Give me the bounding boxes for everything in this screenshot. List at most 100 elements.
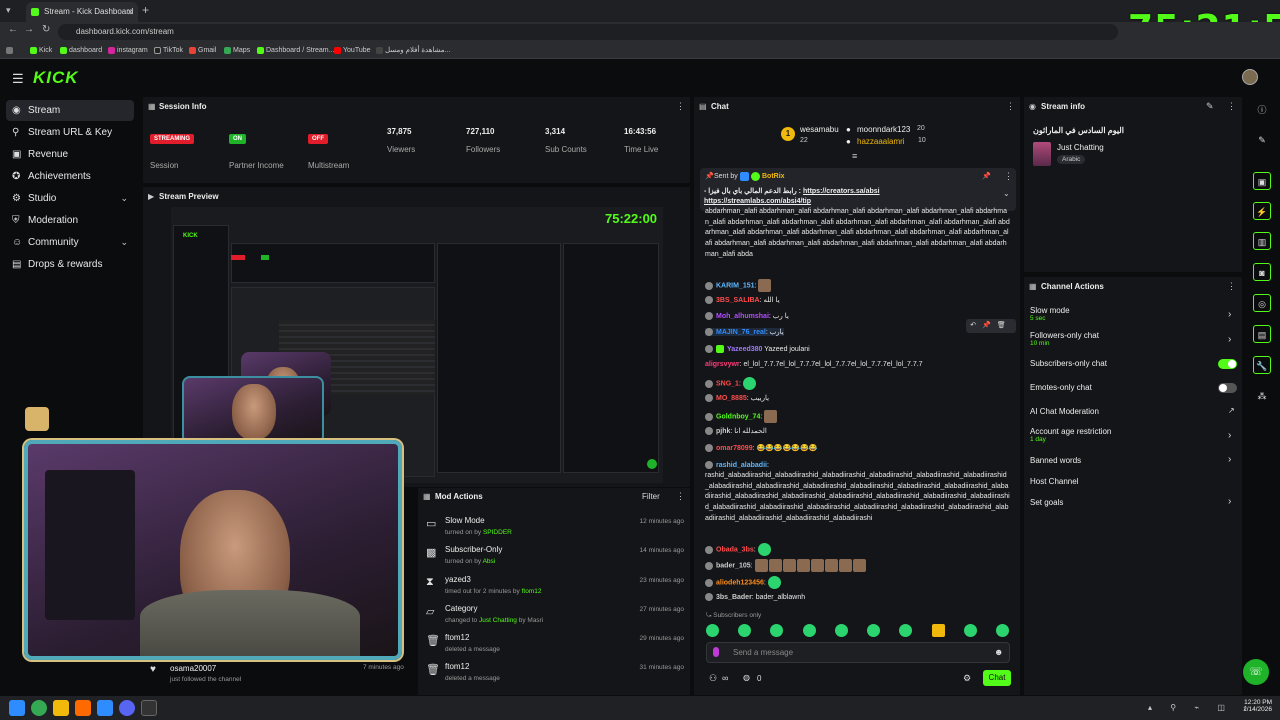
top-gifter-name[interactable]: moonndark123	[857, 125, 910, 134]
mod-action-user[interactable]: ftom12	[522, 588, 542, 595]
wrench-icon[interactable]: 🔧	[1253, 356, 1271, 374]
chat-users-icon[interactable]: ⚇	[709, 673, 717, 684]
emote-icon[interactable]	[963, 624, 977, 637]
chat-username[interactable]: bader_105	[716, 562, 751, 569]
new-tab-icon[interactable]: +	[142, 3, 149, 17]
layout-icon[interactable]: ▤	[1253, 325, 1271, 343]
chat-username[interactable]: Goldnboy_74	[716, 413, 760, 420]
channel-action-set-goals[interactable]: Set goals	[1030, 498, 1063, 507]
terminal-taskbar-icon[interactable]	[141, 700, 157, 716]
mod-actions-menu-icon[interactable]: ⋮	[676, 491, 685, 502]
lightning-icon[interactable]: ⚡	[1253, 202, 1271, 220]
channel-actions-menu-icon[interactable]: ⋮	[1227, 281, 1236, 292]
quick-action-icon[interactable]: ▣	[1253, 172, 1271, 190]
channel-action-slow-mode[interactable]: Slow mode 5 sec	[1030, 306, 1070, 322]
apps-icon[interactable]	[6, 44, 15, 57]
chat-username[interactable]: aligrsvywr	[705, 361, 740, 368]
chat-username[interactable]: 3bs_Bader	[716, 594, 752, 601]
bookmark-dashboard[interactable]: dashboard	[60, 44, 102, 57]
emote-icon[interactable]	[931, 624, 945, 637]
chat-username[interactable]: rashid_alabadii	[716, 462, 767, 469]
mic-icon[interactable]	[713, 647, 719, 657]
top-gifter-name[interactable]: hazzaaalamri	[857, 137, 905, 146]
bookmark-instagram[interactable]: instagram	[108, 44, 148, 57]
channel-action-account-age[interactable]: Account age restriction 1 day	[1030, 427, 1111, 443]
pinned-link[interactable]: https://creators.sa/absi	[803, 188, 880, 195]
chat-username[interactable]: pjhk	[716, 428, 730, 435]
emote-icon[interactable]	[738, 624, 752, 637]
sidebar-item-stream[interactable]: ◉ Stream	[6, 100, 134, 121]
emote-icon[interactable]	[770, 624, 784, 637]
chevron-down-icon[interactable]: ⌄	[1003, 189, 1010, 198]
emote-icon[interactable]	[867, 624, 881, 637]
unpin-icon[interactable]: 📌	[982, 172, 991, 180]
chevron-right-icon[interactable]: ›	[1228, 496, 1231, 507]
chat-username[interactable]: KARIM_151	[716, 282, 755, 289]
channel-action-banned-words[interactable]: Banned words	[1030, 456, 1081, 465]
chat-send-button[interactable]: Chat	[983, 670, 1011, 686]
bookmark-maps[interactable]: Maps	[224, 44, 250, 57]
sidebar-item-stream-url-key[interactable]: ⚲ Stream URL & Key	[6, 122, 134, 143]
mod-action-user[interactable]: SPIDDER	[483, 529, 512, 536]
bookmark-gmail[interactable]: Gmail	[189, 44, 216, 57]
channel-action-host-channel[interactable]: Host Channel	[1030, 477, 1078, 486]
explorer-taskbar-icon[interactable]	[53, 700, 69, 716]
discord-taskbar-icon[interactable]	[119, 700, 135, 716]
pinned-by-user[interactable]: BotRix	[762, 173, 785, 180]
subscribers-only-toggle[interactable]	[1218, 359, 1237, 369]
stream-info-menu-icon[interactable]: ⋮	[1227, 101, 1236, 112]
chevron-right-icon[interactable]: ›	[1228, 309, 1231, 320]
chevron-right-icon[interactable]: ›	[1228, 454, 1231, 465]
bookmark-kick[interactable]: Kick	[30, 44, 52, 57]
external-link-icon[interactable]: ↗	[1228, 406, 1235, 415]
chat-username[interactable]: SNG_1	[716, 380, 739, 387]
expand-gifters-icon[interactable]: ≡	[852, 151, 857, 161]
info-icon[interactable]: ⓘ	[1253, 101, 1271, 119]
reload-icon[interactable]: ↻	[42, 24, 50, 35]
channel-action-ai-moderation[interactable]: AI Chat Moderation	[1030, 407, 1099, 416]
chat-username[interactable]: Obada_3bs	[716, 546, 754, 553]
pen-icon[interactable]: ✎	[1253, 131, 1271, 149]
close-tab-icon[interactable]: ✕	[126, 2, 134, 22]
sidebar-item-drops-rewards[interactable]: ▤ Drops & rewards	[6, 254, 134, 275]
forward-icon[interactable]: →	[24, 24, 34, 35]
hamburger-menu-icon[interactable]: ☰	[12, 71, 24, 87]
emote-icon[interactable]	[834, 624, 848, 637]
pinned-menu-icon[interactable]: ⋮	[1004, 171, 1013, 182]
reply-icon[interactable]: ↶	[970, 322, 982, 329]
sidebar-item-moderation[interactable]: ⛨ Moderation	[6, 210, 134, 231]
vlc-taskbar-icon[interactable]	[75, 700, 91, 716]
chat-username[interactable]: aliodeh123456	[716, 579, 764, 586]
connections-icon[interactable]: ⁂	[1253, 387, 1271, 405]
chat-username[interactable]: 3BS_SALIBA	[716, 297, 760, 304]
chat-username[interactable]: Yazeed380	[727, 346, 762, 353]
bookmark-tiktok[interactable]: TikTok	[154, 44, 183, 57]
bookmark-dashboard-stream[interactable]: Dashboard / Stream...	[257, 44, 334, 57]
mod-action-user[interactable]: Just Chatting	[479, 617, 517, 624]
address-bar[interactable]: dashboard.kick.com/stream	[58, 24, 1118, 40]
emoji-picker-icon[interactable]: ☻	[994, 647, 1003, 657]
clipboard-icon[interactable]: ▥	[1253, 232, 1271, 250]
tab-search-icon[interactable]: ▾	[6, 5, 11, 16]
start-icon[interactable]	[9, 700, 25, 716]
browser-tab[interactable]: Stream - Kick Dashboard ✕	[26, 2, 138, 22]
store-taskbar-icon[interactable]	[97, 700, 113, 716]
sidebar-item-community[interactable]: ☺ Community ⌄	[6, 232, 134, 253]
channel-action-followers-only[interactable]: Followers-only chat 10 min	[1030, 331, 1099, 347]
emote-icon[interactable]	[802, 624, 816, 637]
chat-username[interactable]: omar78099	[716, 445, 753, 452]
chat-username[interactable]: MO_8885	[716, 395, 747, 402]
pinned-link[interactable]: https://streamlabs.com/absi4/tip	[704, 198, 811, 205]
support-chat-fab[interactable]: ☏	[1243, 659, 1269, 685]
emote-icon[interactable]	[995, 624, 1009, 637]
edit-icon[interactable]: ✎	[1206, 101, 1214, 112]
delete-icon[interactable]: 🗑	[997, 322, 1012, 329]
chevron-right-icon[interactable]: ›	[1228, 334, 1231, 345]
clock[interactable]: 12:20 PM 1/14/2026	[1230, 699, 1272, 713]
emotes-only-toggle[interactable]	[1218, 383, 1237, 393]
user-avatar[interactable]	[1242, 69, 1258, 85]
sidebar-item-revenue[interactable]: ▣ Revenue	[6, 144, 134, 165]
chrome-taskbar-icon[interactable]	[31, 700, 47, 716]
session-menu-icon[interactable]: ⋮	[676, 101, 685, 112]
mod-actions-filter-button[interactable]: Filter	[642, 492, 660, 501]
